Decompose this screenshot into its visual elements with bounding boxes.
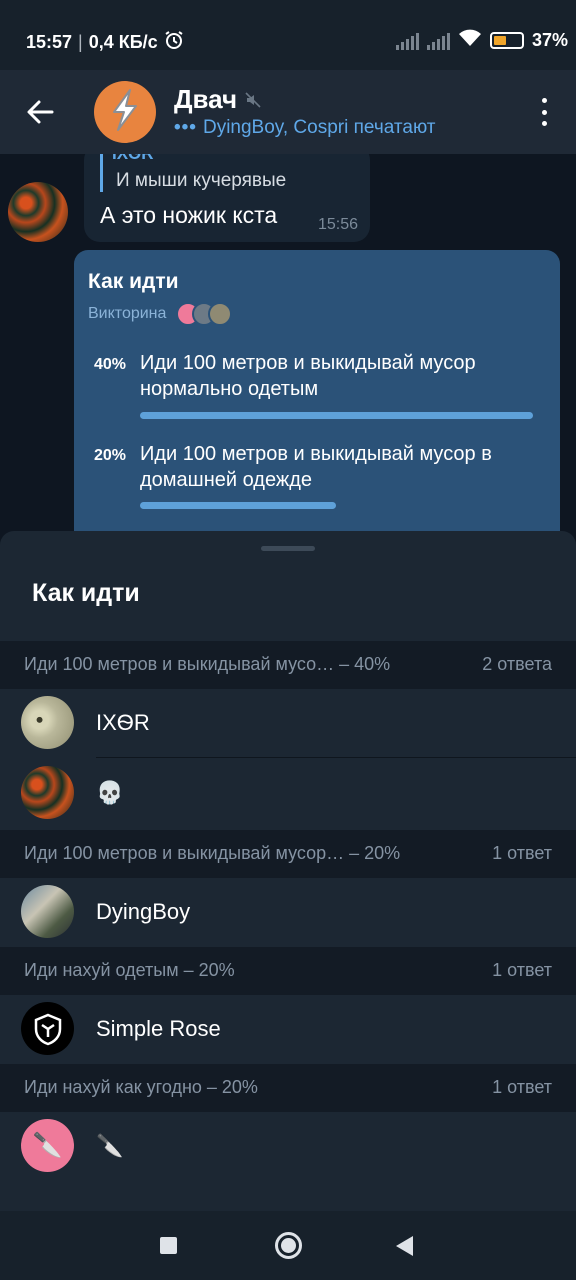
voter-name: 💀 xyxy=(96,780,124,805)
chat-title-text: Двач xyxy=(174,84,238,114)
poll-option[interactable]: 20% Иди 100 метров и выкидывай мусор в д… xyxy=(88,441,548,511)
shield-logo-icon xyxy=(34,1013,61,1045)
answer-section-header: Иди нахуй как угодно – 20% 1 ответ xyxy=(0,1064,576,1112)
reply-bar xyxy=(100,154,103,192)
chat-area: IXѲR И мыши кучерявые А это ножик кста 1… xyxy=(0,154,576,534)
back-icon[interactable] xyxy=(396,1236,413,1256)
answer-section-header: Иди 100 метров и выкидывай мусор… – 20% … xyxy=(0,830,576,878)
alarm-icon xyxy=(164,30,184,55)
chat-avatar[interactable] xyxy=(94,81,156,143)
signal-icon xyxy=(395,32,419,50)
voter-name: 🔪 xyxy=(96,1133,124,1158)
poll-option-percent: 20% xyxy=(94,447,127,464)
answer-label: Иди нахуй одетым – 20% xyxy=(24,960,235,980)
answer-count: 1 ответ xyxy=(492,1077,552,1097)
reply-text: И мыши кучерявые xyxy=(116,170,287,191)
typing-dots-icon: ••• xyxy=(174,117,197,138)
poll-question: Как идти xyxy=(88,270,179,293)
voter-mini-avatar xyxy=(208,302,233,326)
poll-type-label: Викторина xyxy=(88,305,167,322)
battery-percent: 37% xyxy=(531,30,568,50)
voter-name: DyingBoy xyxy=(96,899,191,924)
poll-option-bar xyxy=(140,502,336,509)
voter-name: IXѲR xyxy=(96,710,150,735)
answer-section-header: Иди 100 метров и выкидывай мусо… – 40% 2… xyxy=(0,641,576,689)
sheet-title: Как идти xyxy=(32,579,140,607)
poll-option-text: Иди 100 метров и выкидывай мусор в домаш… xyxy=(140,443,492,491)
answer-label: Иди 100 метров и выкидывай мусо… – 40% xyxy=(24,654,391,674)
battery-icon xyxy=(489,32,524,49)
answer-label: Иди 100 метров и выкидывай мусор… – 20% xyxy=(24,843,401,863)
knife-avatar-icon: 🔪 xyxy=(21,1119,74,1172)
status-right: 37% xyxy=(395,29,568,52)
avatar xyxy=(21,1002,74,1055)
poll-message[interactable]: Как идти Викторина 40% Иди 100 метров и … xyxy=(74,250,560,534)
lightning-icon xyxy=(108,88,142,137)
home-icon[interactable] xyxy=(275,1232,302,1259)
avatar xyxy=(21,766,74,819)
poll-voter-avatars xyxy=(176,302,233,326)
wifi-icon xyxy=(458,29,482,52)
status-left: 15:57 | 0,4 КБ/с xyxy=(26,30,184,55)
voter-row[interactable]: IXѲR xyxy=(0,688,576,758)
back-arrow-icon[interactable] xyxy=(24,96,56,128)
sender-avatar[interactable] xyxy=(8,182,68,242)
voter-row[interactable]: 🔪 🔪 xyxy=(0,1111,576,1181)
answer-count: 1 ответ xyxy=(492,960,552,980)
poll-option-text: Иди 100 метров и выкидывай мусор нормаль… xyxy=(140,352,476,400)
chat-title[interactable]: Двач xyxy=(174,84,261,115)
voter-row[interactable]: DyingBoy xyxy=(0,877,576,947)
voter-name: Simple Rose xyxy=(96,1016,221,1041)
avatar xyxy=(21,885,74,938)
typing-status: ••• DyingBoy, Cospri печатают xyxy=(174,117,435,139)
message-time: 15:56 xyxy=(317,216,358,233)
recents-icon[interactable] xyxy=(160,1237,177,1254)
voter-row[interactable]: Simple Rose xyxy=(0,994,576,1064)
typing-text: DyingBoy, Cospri печатают xyxy=(202,117,436,138)
poll-option-percent: 40% xyxy=(94,356,127,373)
status-bar: 15:57 | 0,4 КБ/с 37% xyxy=(0,0,576,70)
more-vert-icon[interactable] xyxy=(540,98,548,126)
poll-option[interactable]: 40% Иди 100 метров и выкидывай мусор нор… xyxy=(88,350,548,420)
status-speed: 0,4 КБ/с xyxy=(88,32,158,52)
poll-option-bar xyxy=(140,412,533,419)
muted-icon xyxy=(245,84,261,115)
poll-type: Викторина xyxy=(88,302,233,326)
voter-row[interactable]: 💀 xyxy=(0,758,576,828)
answer-count: 2 ответа xyxy=(482,654,552,674)
chat-header: Двач ••• DyingBoy, Cospri печатают xyxy=(0,70,576,154)
status-time: 15:57 xyxy=(26,32,73,52)
signal-icon xyxy=(426,32,450,50)
reply-name: IXѲR xyxy=(112,154,154,164)
sheet-drag-handle[interactable] xyxy=(261,546,315,551)
message-text: А это ножик кста xyxy=(100,202,278,228)
message-bubble[interactable]: IXѲR И мыши кучерявые А это ножик кста 1… xyxy=(84,154,370,242)
poll-results-sheet: Как идти Иди 100 метров и выкидывай мусо… xyxy=(0,531,576,1211)
answer-label: Иди нахуй как угодно – 20% xyxy=(24,1077,258,1097)
answer-section-header: Иди нахуй одетым – 20% 1 ответ xyxy=(0,947,576,995)
avatar xyxy=(21,696,74,749)
answer-count: 1 ответ xyxy=(492,843,552,863)
system-nav-bar xyxy=(0,1211,576,1280)
